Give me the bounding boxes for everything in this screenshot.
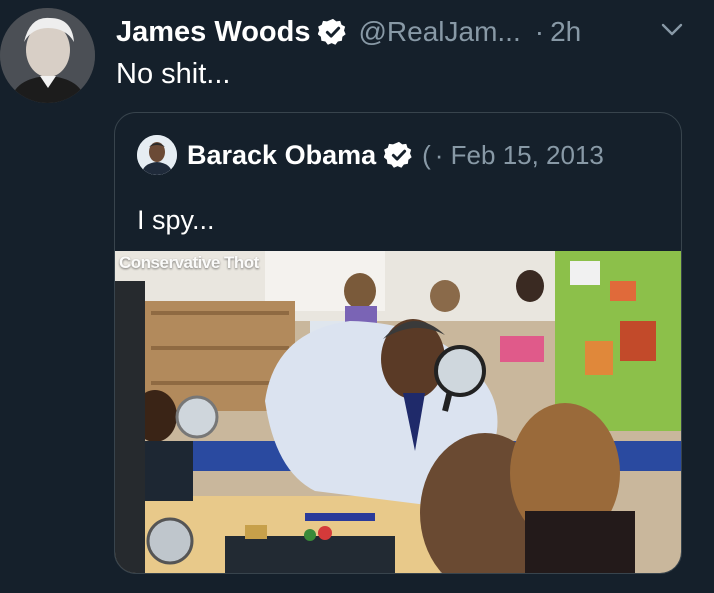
verified-badge-icon [318,18,347,45]
quoted-photo[interactable]: Conservative Thot [115,251,681,573]
chevron-down-icon[interactable] [660,22,684,38]
author-handle[interactable]: @RealJam... [358,16,520,48]
quoted-text: I spy... [137,205,215,235]
tweet-timestamp[interactable]: 2h [550,16,581,48]
separator-dot: · [534,16,545,47]
quoted-author-avatar [137,135,177,175]
quoted-tweet[interactable]: Barack Obama ( · Feb 15, 2013 I spy... C… [114,112,682,574]
tweet-header: James Woods @RealJam... · 2h [116,14,696,50]
author-name[interactable]: James Woods [116,16,310,49]
verified-badge-icon [384,141,412,168]
classroom-photo [115,251,681,573]
author-avatar[interactable] [0,8,95,103]
quoted-author-name: Barack Obama [187,139,377,170]
image-watermark: Conservative Thot [119,253,259,272]
quoted-header: Barack Obama ( · Feb 15, 2013 [137,135,677,175]
quoted-author-handle: ( [422,139,431,170]
quoted-date: · Feb 15, 2013 [434,139,604,170]
tweet-text: No shit... [116,58,231,90]
